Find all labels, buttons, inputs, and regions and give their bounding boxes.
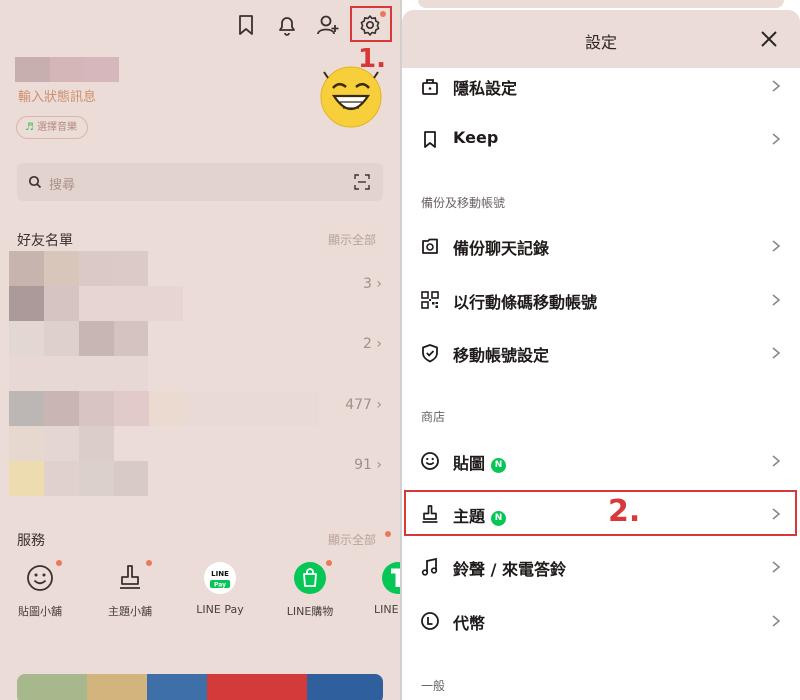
search-placeholder: 搜尋 (49, 178, 76, 193)
service-label: LINE購物 (286, 605, 334, 618)
music-note-icon: ♬ (25, 122, 34, 133)
line-pay-icon: LINE Pay (204, 562, 236, 594)
line-app-icon (382, 562, 400, 594)
row-label: 隱私設定 (453, 79, 518, 98)
svg-text:Pay: Pay (214, 582, 226, 589)
settings-row-stickers[interactable]: 貼圖 N (402, 436, 800, 486)
home-tab-panel: 1. 輸入狀態訊息 ♬ 選擇音樂 搜尋 好友名單 顯示全部 3 › 2 › 47… (0, 0, 400, 700)
new-badge: N (491, 458, 507, 473)
section-header-shop: 商店 (421, 410, 446, 424)
friend-group-count[interactable]: 3 › (363, 276, 382, 292)
row-label: 代幣 (453, 614, 486, 633)
select-music-label: 選擇音樂 (36, 122, 77, 133)
row-label: Keep (453, 128, 499, 147)
settings-sheet: 設定 隱私設定 Keep 備份及移動帳號 備份聊天記錄 以行動條碼移動帳號 移動… (402, 0, 800, 700)
search-icon (28, 175, 42, 189)
notification-bell-icon[interactable] (274, 12, 300, 38)
settings-row-backup-chat[interactable]: 備份聊天記錄 (402, 221, 800, 271)
settings-title: 設定 (584, 33, 617, 52)
service-label: 貼圖小舖 (18, 605, 62, 618)
status-message[interactable]: 輸入狀態訊息 (18, 86, 96, 105)
theme-shop-icon (120, 565, 140, 589)
line-shopping-icon (294, 562, 326, 594)
chevron-right-icon (772, 615, 781, 627)
select-music-button[interactable]: ♬ 選擇音樂 (16, 116, 88, 139)
profile-avatar[interactable] (320, 66, 382, 128)
settings-row-qr-transfer[interactable]: 以行動條碼移動帳號 (402, 275, 800, 325)
services-notification-dot (385, 531, 391, 537)
music-note-icon (421, 557, 438, 576)
settings-row-keep[interactable]: Keep (402, 114, 800, 164)
promo-banner[interactable] (17, 674, 383, 700)
service-line-app[interactable]: LINE (352, 560, 400, 616)
qr-code-icon (421, 291, 439, 309)
chevron-right-icon (772, 133, 781, 145)
friend-group-count[interactable]: 477 › (345, 397, 382, 413)
theme-highlight-box (404, 490, 797, 536)
row-label: 以行動條碼移動帳號 (453, 293, 598, 312)
row-label: 備份聊天記錄 (453, 239, 550, 258)
search-bar[interactable]: 搜尋 (17, 163, 383, 201)
services-row: 貼圖小舖 主題小舖 LINE Pay LINE Pay LINE購物 LINE (0, 560, 400, 620)
qr-scan-icon[interactable] (354, 174, 370, 190)
friend-group-count[interactable]: 91 › (354, 457, 382, 473)
step-2-annotation: 2. (608, 494, 641, 529)
sticker-shop-icon (27, 565, 53, 591)
shield-check-icon (422, 344, 438, 363)
close-icon[interactable] (758, 28, 780, 50)
settings-highlight-box (350, 6, 392, 42)
service-label: LINE (374, 603, 399, 616)
smiley-icon (421, 452, 439, 470)
row-label: 貼圖 N (453, 450, 507, 474)
row-label: 移動帳號設定 (453, 346, 550, 365)
add-friend-icon[interactable] (315, 12, 341, 38)
services-section-title: 服務 (17, 533, 45, 549)
settings-row-transfer-account[interactable]: 移動帳號設定 (402, 328, 800, 378)
service-label: 主題小舖 (108, 605, 152, 618)
friends-show-all-link[interactable]: 顯示全部 (328, 231, 376, 248)
service-sticker-shop[interactable]: 貼圖小舖 (0, 560, 80, 619)
coin-icon (421, 612, 439, 630)
privacy-lock-icon (422, 79, 438, 95)
backup-icon (422, 238, 438, 254)
row-label: 鈴聲 / 來電答鈴 (453, 560, 566, 579)
friends-list-blurred (9, 251, 319, 496)
settings-row-privacy[interactable]: 隱私設定 (402, 61, 800, 111)
bookmark-icon[interactable] (233, 12, 259, 38)
bookmark-icon (424, 131, 436, 148)
chevron-right-icon (772, 347, 781, 359)
chevron-right-icon (772, 80, 781, 92)
service-theme-shop[interactable]: 主題小舖 (90, 560, 170, 619)
svg-text:LINE: LINE (211, 570, 229, 578)
chevron-right-icon (772, 294, 781, 306)
friend-group-count[interactable]: 2 › (363, 336, 382, 352)
sheet-backdrop-edge (418, 0, 784, 8)
settings-row-ringtones[interactable]: 鈴聲 / 來電答鈴 (402, 542, 800, 592)
section-header-general: 一般 (421, 679, 446, 693)
service-line-pay[interactable]: LINE Pay LINE Pay (180, 560, 260, 616)
services-show-all-link[interactable]: 顯示全部 (328, 531, 376, 548)
chevron-right-icon (772, 240, 781, 252)
settings-row-coins[interactable]: 代幣 (402, 596, 800, 646)
chevron-right-icon (772, 455, 781, 467)
service-label: LINE Pay (196, 603, 244, 616)
section-header-backup: 備份及移動帳號 (421, 196, 506, 210)
profile-name-blurred (15, 57, 119, 82)
friends-section-title: 好友名單 (17, 233, 73, 249)
chevron-right-icon (772, 561, 781, 573)
settings-header: 設定 (402, 10, 800, 68)
service-line-shopping[interactable]: LINE購物 (270, 560, 350, 619)
